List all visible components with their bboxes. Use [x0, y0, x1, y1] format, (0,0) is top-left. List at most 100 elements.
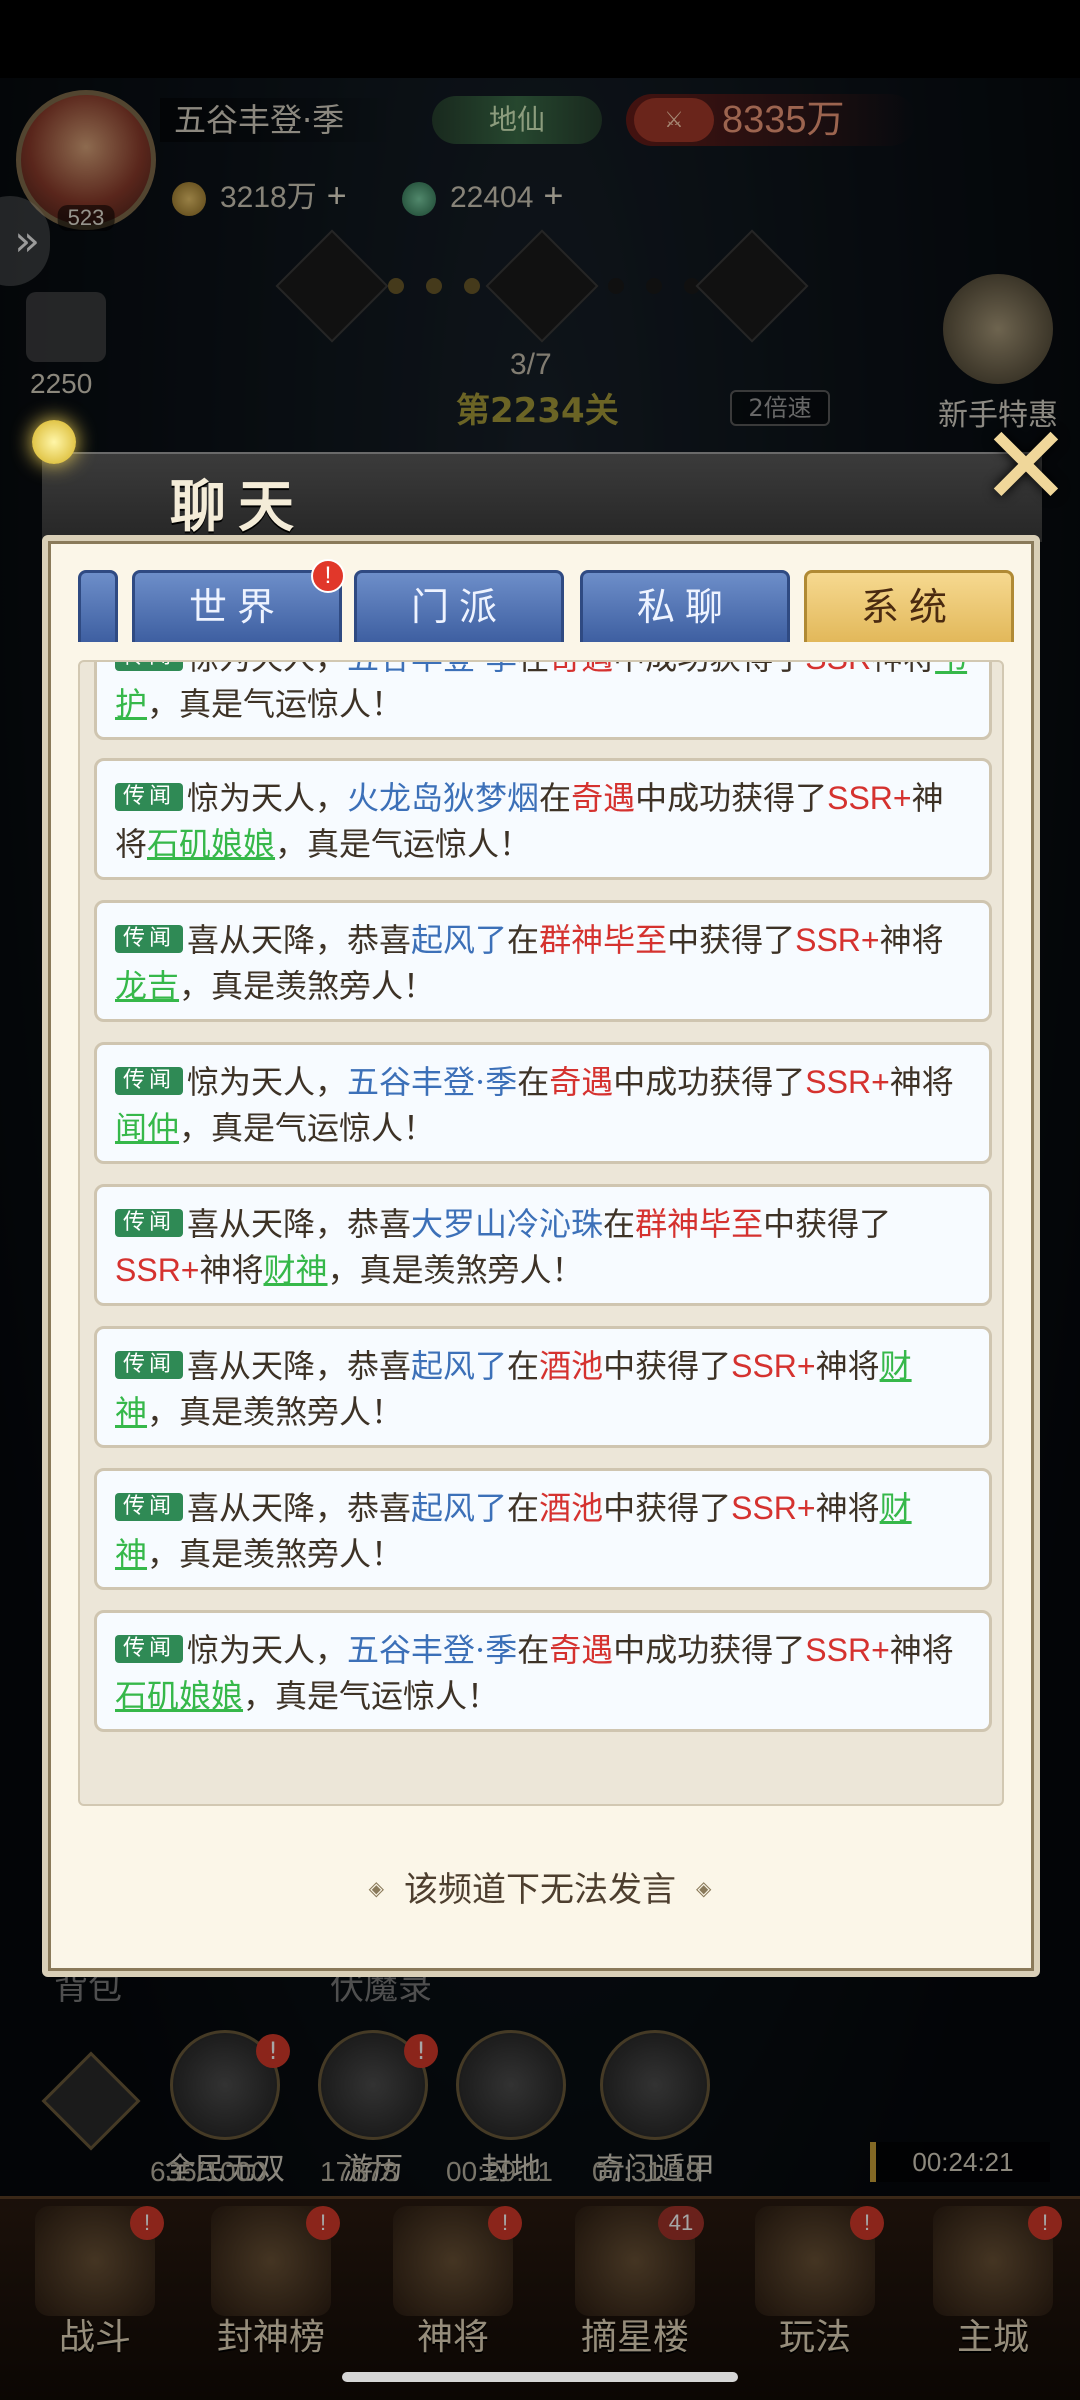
msg-text: ，真是羡煞旁人！: [327, 1251, 584, 1289]
msg-text: 神将: [889, 1063, 954, 1101]
nav-zhaixinglou[interactable]: 41 摘星楼: [560, 2206, 710, 2358]
add-jade-button[interactable]: +: [543, 177, 563, 215]
nav-badge: !: [488, 2206, 522, 2240]
home-indicator[interactable]: [342, 2372, 738, 2382]
stage-progress: 3/7: [510, 348, 552, 381]
player-name-link[interactable]: 五谷丰登·季: [347, 662, 517, 677]
nav-badge: !: [850, 2206, 884, 2240]
nav-fengshenbang[interactable]: ! 封神榜: [196, 2206, 346, 2358]
general-link[interactable]: 龙吉: [115, 967, 179, 1005]
msg-text: 中成功获得了: [613, 1631, 806, 1669]
rarity: SSR: [805, 662, 871, 676]
msg-text: 在: [603, 1205, 636, 1243]
add-gold-button[interactable]: +: [327, 177, 347, 215]
nav-label: 战斗: [58, 2317, 131, 2358]
event-place: 奇遇: [549, 1631, 614, 1669]
msg-text: 惊为天人，: [187, 1063, 348, 1101]
msg-text: 神将: [871, 662, 935, 677]
player-name-link[interactable]: 五谷丰登·季: [347, 1063, 517, 1101]
event-place: 奇遇: [571, 779, 636, 817]
stage-dot: [464, 278, 480, 294]
rarity: SSR+: [795, 922, 880, 958]
chat-tabs: 世界 ! 门派 私聊 系统: [78, 559, 1018, 642]
rumor-tag: 传闻: [115, 662, 184, 671]
player-name-link[interactable]: 起风了: [411, 1347, 507, 1385]
msg-text: 惊为天人，: [187, 1631, 348, 1669]
msg-text: 在: [507, 1347, 540, 1385]
rarity: SSR+: [731, 1348, 816, 1384]
rumor-tag: 传闻: [115, 925, 184, 953]
nav-label: 封神榜: [216, 2317, 325, 2358]
player-name-link[interactable]: 五谷丰登·季: [347, 1631, 517, 1669]
jade-icon: [402, 182, 436, 217]
player-name-link[interactable]: 大罗山冷沁珠: [411, 1205, 603, 1243]
alert-badge: !: [404, 2034, 438, 2068]
tab-hidden[interactable]: [78, 570, 118, 642]
rumor-tag: 传闻: [115, 783, 184, 811]
player-name-link[interactable]: 起风了: [411, 921, 507, 959]
gold-coin-icon: [172, 182, 206, 217]
stage-dot: [388, 278, 404, 294]
player-name-link[interactable]: 起风了: [411, 1489, 507, 1527]
event-place: 酒池: [539, 1489, 604, 1527]
message-list[interactable]: 传闻惊为天人，五谷丰登·季在奇遇中成功获得了SSR神将韦护，真是气运惊人！ 传闻…: [78, 660, 1004, 1806]
combat-power: ⚔ 8335万: [626, 94, 916, 146]
nav-label: 神将: [416, 2317, 489, 2358]
stage-boss-icon: [485, 229, 599, 343]
msg-text: ，真是羡煞旁人！: [147, 1535, 404, 1573]
stage-dot: [426, 278, 442, 294]
nav-battle[interactable]: ! 战斗: [20, 2206, 170, 2358]
msg-text: 喜从天降，恭喜: [187, 1205, 412, 1243]
general-link[interactable]: 闻仲: [115, 1109, 179, 1147]
general-link[interactable]: 石矶娘娘: [115, 1677, 243, 1715]
msg-text: ，真是羡煞旁人！: [179, 967, 436, 1005]
event-place: 酒池: [539, 1347, 604, 1385]
system-message: 传闻 喜从天降，恭喜起风了在酒池中获得了SSR+神将财神，真是羡煞旁人！: [94, 1468, 992, 1590]
msg-text: 中成功获得了: [613, 1063, 806, 1101]
nav-badge: 41: [658, 2206, 704, 2240]
jade-resource: 22404 +: [402, 174, 563, 218]
chat-title: 聊天: [170, 474, 306, 540]
feature-timer: 00:29:11: [446, 2156, 553, 2187]
left-count: 2250: [30, 368, 93, 399]
yinyang-icon: [600, 2030, 710, 2140]
rarity: SSR+: [805, 1064, 890, 1100]
rumor-tag: 传闻: [115, 1067, 184, 1095]
msg-text: 在: [507, 1489, 540, 1527]
nav-label: 主城: [956, 2317, 1029, 2358]
nav-maincity[interactable]: ! 主城: [918, 2206, 1068, 2358]
nav-badge: !: [130, 2206, 164, 2240]
drum-icon[interactable]: [26, 292, 106, 362]
general-link[interactable]: 石矶娘娘: [147, 825, 275, 863]
speed-toggle-button[interactable]: 2倍速: [730, 390, 830, 426]
tab-label: 世界: [188, 585, 285, 629]
msg-text: ，真是气运惊人！: [243, 1677, 500, 1715]
nav-label: 摘星楼: [580, 2317, 689, 2358]
general-link[interactable]: 财神: [264, 1251, 328, 1289]
nav-label: 玩法: [778, 2317, 851, 2358]
tab-private[interactable]: 私聊: [580, 570, 790, 642]
player-name-link[interactable]: 火龙岛狄梦烟: [347, 779, 539, 817]
no-speak-notice: ◈ 该频道下无法发言 ◈: [0, 1862, 1080, 1911]
stage-boss-icon: [275, 229, 389, 343]
alert-badge: !: [256, 2034, 290, 2068]
game-hud: 523 五谷丰登·季 地仙 ⚔ 8335万 3218万 + 22404 + » 22…: [0, 78, 1080, 458]
stage-dot: [608, 278, 624, 294]
stage-boss-icon: [695, 229, 809, 343]
nav-gameplay[interactable]: ! 玩法: [740, 2206, 890, 2358]
nav-generals[interactable]: ! 神将: [378, 2206, 528, 2358]
msg-text: 在: [539, 779, 572, 817]
tab-system[interactable]: 系统: [804, 570, 1014, 642]
gold-resource: 3218万 +: [172, 174, 347, 218]
system-message: 传闻 喜从天降，恭喜大罗山冷沁珠在群神毕至中获得了 SSR+神将财神，真是羡煞旁人！: [94, 1184, 992, 1306]
fief-icon: [456, 2030, 566, 2140]
tab-sect[interactable]: 门派: [354, 570, 564, 642]
msg-text: 喜从天降，恭喜: [187, 1489, 412, 1527]
power-icon: ⚔: [634, 98, 714, 142]
lantern-icon: [32, 420, 76, 464]
msg-text: 喜从天降，恭喜: [187, 1347, 412, 1385]
event-place: 奇遇: [549, 1063, 614, 1101]
msg-text: 惊为天人，: [187, 662, 347, 677]
tab-world[interactable]: 世界 !: [132, 559, 345, 642]
close-icon[interactable]: ✕: [978, 411, 1074, 521]
